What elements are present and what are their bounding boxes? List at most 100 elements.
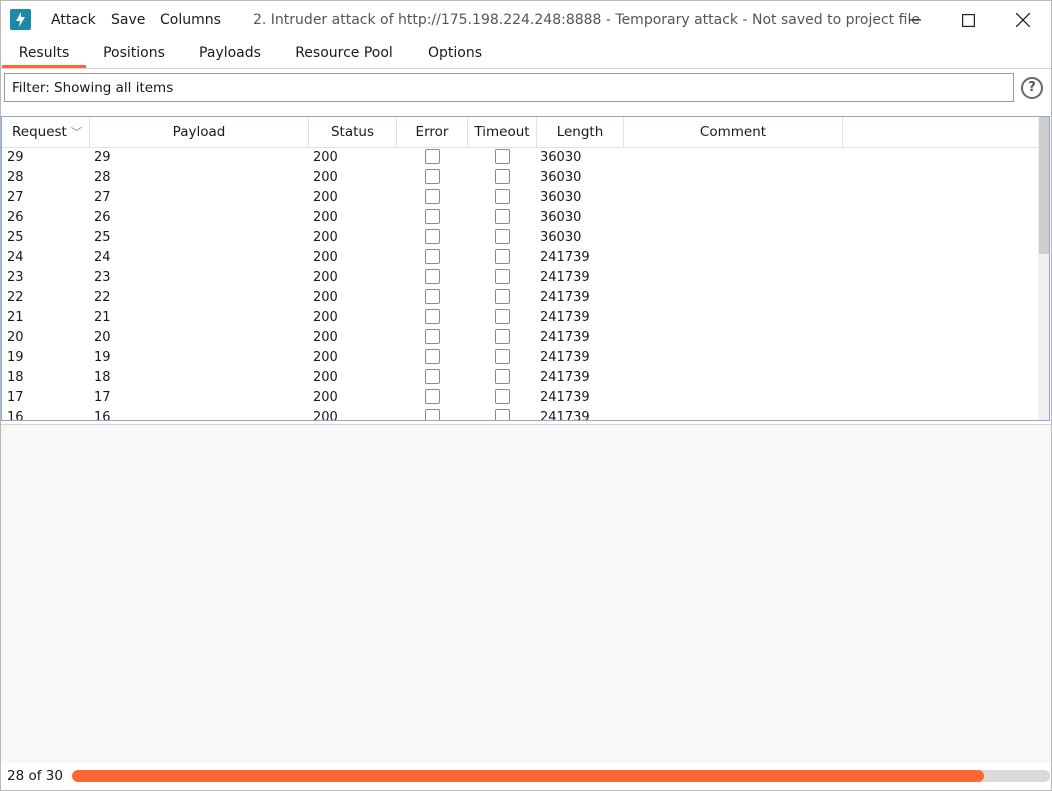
timeout-checkbox: [495, 289, 510, 304]
timeout-checkbox: [495, 369, 510, 384]
minimize-button[interactable]: [892, 0, 938, 40]
maximize-icon: [961, 13, 975, 27]
progress-count: 28 of 30: [7, 768, 63, 784]
tab-results[interactable]: Results: [2, 40, 86, 68]
error-checkbox: [425, 189, 440, 204]
cell-length: 36030: [540, 210, 582, 225]
error-checkbox: [425, 229, 440, 244]
cell-request: 23: [7, 270, 24, 285]
cell-status: 200: [313, 350, 338, 365]
cell-request: 22: [7, 290, 24, 305]
menu-attack[interactable]: Attack: [51, 12, 96, 28]
progress-bar-fill: [72, 770, 985, 782]
cell-length: 241739: [540, 330, 590, 345]
filter-bar[interactable]: Filter: Showing all items: [4, 73, 1014, 102]
scrollbar-thumb[interactable]: [1039, 117, 1049, 254]
table-row[interactable]: 22 22 200 241739: [2, 288, 1038, 308]
error-checkbox: [425, 249, 440, 264]
cell-payload: 16: [94, 410, 111, 421]
cell-length: 36030: [540, 150, 582, 165]
column-header-timeout[interactable]: Timeout: [468, 117, 537, 147]
error-checkbox: [425, 329, 440, 344]
table-row[interactable]: 25 25 200 36030: [2, 228, 1038, 248]
cell-length: 241739: [540, 270, 590, 285]
cell-status: 200: [313, 410, 338, 421]
maximize-button[interactable]: [945, 0, 991, 40]
timeout-checkbox: [495, 409, 510, 420]
error-checkbox: [425, 149, 440, 164]
cell-length: 241739: [540, 370, 590, 385]
cell-payload: 17: [94, 390, 111, 405]
window-title: 2. Intruder attack of http://175.198.224…: [253, 12, 920, 28]
cell-status: 200: [313, 150, 338, 165]
cell-length: 241739: [540, 350, 590, 365]
table-row[interactable]: 19 19 200 241739: [2, 348, 1038, 368]
cell-request: 26: [7, 210, 24, 225]
table-row[interactable]: 18 18 200 241739: [2, 368, 1038, 388]
cell-status: 200: [313, 170, 338, 185]
cell-request: 29: [7, 150, 24, 165]
menu-columns[interactable]: Columns: [160, 12, 221, 28]
cell-payload: 19: [94, 350, 111, 365]
table-body: 29 29 200 36030 28 28 200 36030 27 27 200 36030 26 26…: [2, 148, 1038, 421]
cell-payload: 18: [94, 370, 111, 385]
timeout-checkbox: [495, 309, 510, 324]
cell-request: 16: [7, 410, 24, 421]
cell-length: 241739: [540, 310, 590, 325]
column-header-length[interactable]: Length: [537, 117, 624, 147]
filter-label: Filter: Showing all items: [12, 80, 174, 96]
column-header-request[interactable]: Request ﹀: [2, 117, 90, 147]
cell-payload: 21: [94, 310, 111, 325]
cell-status: 200: [313, 330, 338, 345]
column-header-error[interactable]: Error: [397, 117, 468, 147]
error-checkbox: [425, 409, 440, 420]
title-bar: Attack Save Columns 2. Intruder attack o…: [0, 0, 1052, 40]
help-icon[interactable]: ?: [1021, 77, 1043, 99]
timeout-checkbox: [495, 229, 510, 244]
table-row[interactable]: 28 28 200 36030: [2, 168, 1038, 188]
cell-request: 18: [7, 370, 24, 385]
table-row[interactable]: 20 20 200 241739: [2, 328, 1038, 348]
close-icon: [1016, 13, 1030, 27]
cell-length: 36030: [540, 230, 582, 245]
cell-payload: 20: [94, 330, 111, 345]
timeout-checkbox: [495, 209, 510, 224]
cell-status: 200: [313, 290, 338, 305]
column-header-comment[interactable]: Comment: [624, 117, 843, 147]
progress-bar: [72, 770, 1050, 782]
column-header-status[interactable]: Status: [309, 117, 397, 147]
column-header-payload[interactable]: Payload: [90, 117, 309, 147]
table-row[interactable]: 23 23 200 241739: [2, 268, 1038, 288]
burp-app-icon: [10, 9, 31, 30]
timeout-checkbox: [495, 189, 510, 204]
cell-payload: 28: [94, 170, 111, 185]
cell-payload: 22: [94, 290, 111, 305]
table-row[interactable]: 26 26 200 36030: [2, 208, 1038, 228]
cell-payload: 26: [94, 210, 111, 225]
table-row[interactable]: 27 27 200 36030: [2, 188, 1038, 208]
minimize-icon: [909, 19, 921, 21]
cell-request: 19: [7, 350, 24, 365]
tab-payloads[interactable]: Payloads: [190, 40, 270, 67]
table-row[interactable]: 29 29 200 36030: [2, 148, 1038, 168]
tab-resource-pool[interactable]: Resource Pool: [290, 40, 398, 67]
table-row[interactable]: 17 17 200 241739: [2, 388, 1038, 408]
timeout-checkbox: [495, 349, 510, 364]
cell-length: 241739: [540, 250, 590, 265]
cell-request: 27: [7, 190, 24, 205]
detail-panel: [1, 424, 1051, 763]
cell-payload: 24: [94, 250, 111, 265]
table-row[interactable]: 16 16 200 241739: [2, 408, 1038, 421]
cell-payload: 25: [94, 230, 111, 245]
table-row[interactable]: 24 24 200 241739: [2, 248, 1038, 268]
tab-options[interactable]: Options: [420, 40, 490, 67]
error-checkbox: [425, 209, 440, 224]
close-button[interactable]: [1000, 0, 1046, 40]
vertical-scrollbar[interactable]: [1038, 117, 1049, 420]
tab-positions[interactable]: Positions: [95, 40, 173, 67]
menu-save[interactable]: Save: [111, 12, 145, 28]
cell-status: 200: [313, 250, 338, 265]
table-row[interactable]: 21 21 200 241739: [2, 308, 1038, 328]
error-checkbox: [425, 289, 440, 304]
timeout-checkbox: [495, 249, 510, 264]
